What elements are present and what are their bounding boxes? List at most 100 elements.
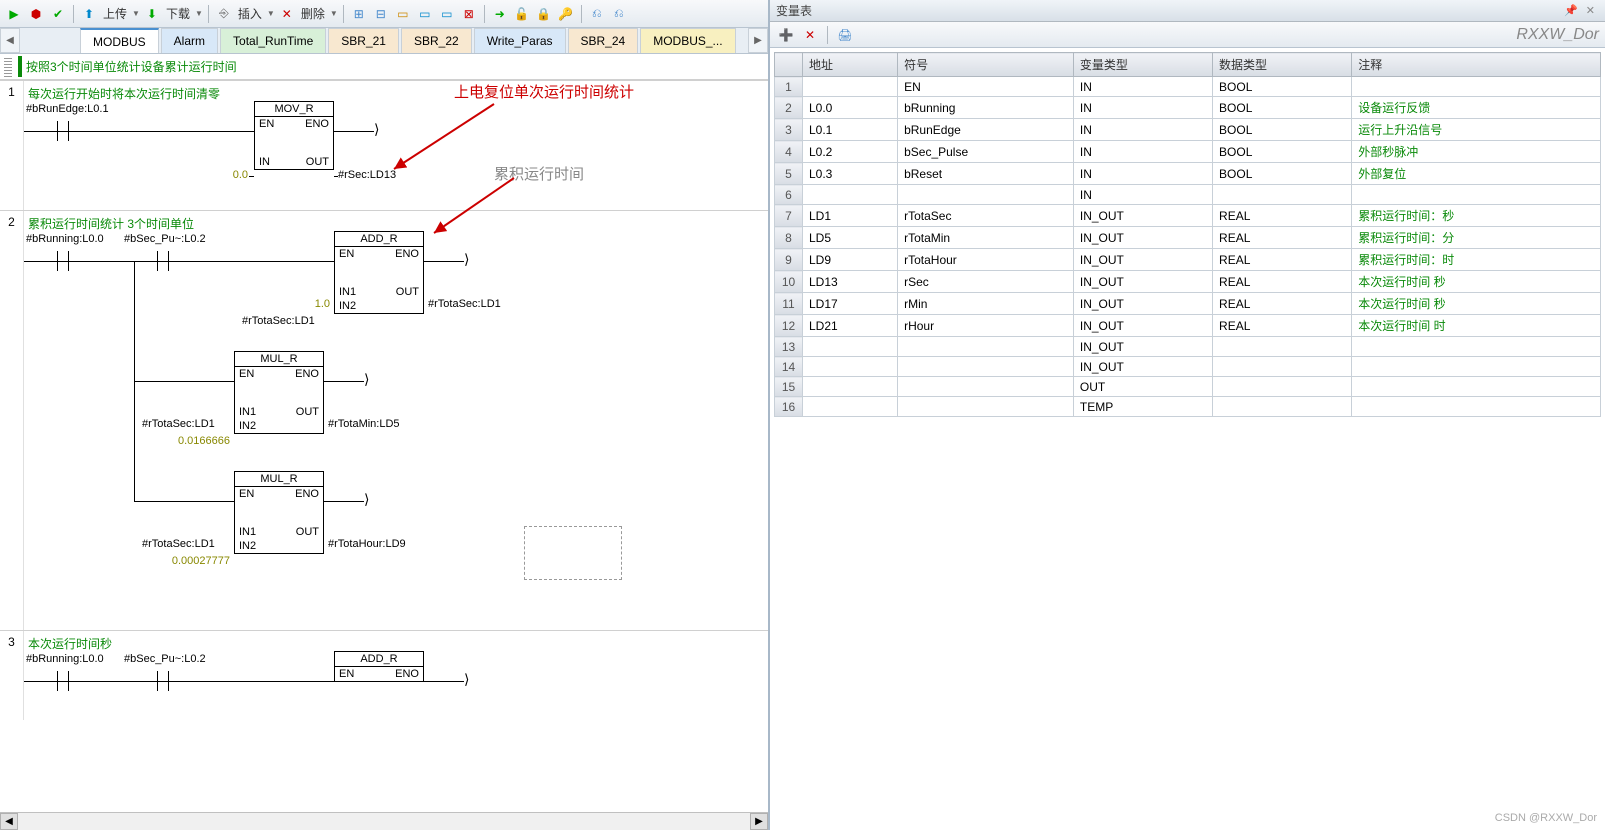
col-symbol[interactable]: 符号 bbox=[898, 53, 1074, 77]
cell-datatype[interactable]: BOOL bbox=[1213, 97, 1352, 119]
cell-address[interactable] bbox=[803, 185, 898, 205]
contact-icon[interactable] bbox=[154, 251, 172, 271]
cell-vartype[interactable]: IN bbox=[1073, 163, 1212, 185]
table-row[interactable]: 3 L0.1 bRunEdge IN BOOL 运行上升沿信号 bbox=[775, 119, 1601, 141]
cell-symbol[interactable]: rSec bbox=[898, 271, 1074, 293]
tab-prev-button[interactable]: ◀ bbox=[0, 28, 20, 53]
variable-table[interactable]: 地址 符号 变量类型 数据类型 注释 1 EN IN BOOL 2 L0.0 b… bbox=[774, 52, 1601, 417]
cell-address[interactable]: L0.0 bbox=[803, 97, 898, 119]
cell-address[interactable]: LD5 bbox=[803, 227, 898, 249]
cell-symbol[interactable] bbox=[898, 357, 1074, 377]
cell-vartype[interactable]: IN_OUT bbox=[1073, 249, 1212, 271]
folder-icon[interactable]: ▭ bbox=[393, 4, 413, 24]
tab-sbr21[interactable]: SBR_21 bbox=[328, 28, 399, 53]
cell-vartype[interactable]: TEMP bbox=[1073, 397, 1212, 417]
table-row[interactable]: 10 LD13 rSec IN_OUT REAL 本次运行时间 秒 bbox=[775, 271, 1601, 293]
tab-write-paras[interactable]: Write_Paras bbox=[474, 28, 566, 53]
table-row[interactable]: 11 LD17 rMin IN_OUT REAL 本次运行时间 秒 bbox=[775, 293, 1601, 315]
cell-datatype[interactable]: REAL bbox=[1213, 315, 1352, 337]
tab-sbr22[interactable]: SBR_22 bbox=[401, 28, 472, 53]
cell-datatype[interactable]: REAL bbox=[1213, 205, 1352, 227]
pin-icon[interactable]: 📌 bbox=[1564, 4, 1578, 17]
lock-icon[interactable]: 🔒 bbox=[534, 4, 554, 24]
table-row[interactable]: 15 OUT bbox=[775, 377, 1601, 397]
cell-comment[interactable]: 设备运行反馈 bbox=[1352, 97, 1601, 119]
function-block[interactable]: ADD_R ENENO bbox=[334, 651, 424, 682]
dropdown-icon[interactable]: ▼ bbox=[132, 9, 140, 18]
cell-address[interactable] bbox=[803, 377, 898, 397]
upload-label[interactable]: 上传 bbox=[103, 5, 127, 22]
contact-icon[interactable] bbox=[54, 121, 72, 141]
cell-address[interactable]: LD17 bbox=[803, 293, 898, 315]
folder-x-icon[interactable]: ⊠ bbox=[459, 4, 479, 24]
table-row[interactable]: 5 L0.3 bReset IN BOOL 外部复位 bbox=[775, 163, 1601, 185]
cell-address[interactable]: L0.1 bbox=[803, 119, 898, 141]
key-icon[interactable]: 🔑 bbox=[556, 4, 576, 24]
cell-comment[interactable]: 运行上升沿信号 bbox=[1352, 119, 1601, 141]
cell-comment[interactable]: 累积运行时间：秒 bbox=[1352, 205, 1601, 227]
cell-comment[interactable]: 外部秒脉冲 bbox=[1352, 141, 1601, 163]
cell-datatype[interactable]: BOOL bbox=[1213, 141, 1352, 163]
download-label[interactable]: 下载 bbox=[166, 5, 190, 22]
dropdown-icon[interactable]: ▼ bbox=[330, 9, 338, 18]
ladder-editor[interactable]: 按照3个时间单位统计设备累计运行时间 1 每次运行开始时将本次运行时间清零 #b… bbox=[0, 54, 768, 812]
scroll-right-button[interactable]: ▶ bbox=[750, 813, 768, 830]
cell-vartype[interactable]: IN_OUT bbox=[1073, 205, 1212, 227]
col-address[interactable]: 地址 bbox=[803, 53, 898, 77]
cell-vartype[interactable]: OUT bbox=[1073, 377, 1212, 397]
cell-datatype[interactable]: BOOL bbox=[1213, 119, 1352, 141]
stop-icon[interactable]: ⬢ bbox=[26, 4, 46, 24]
folder-icon[interactable]: ▭ bbox=[415, 4, 435, 24]
cell-symbol[interactable] bbox=[898, 185, 1074, 205]
cell-symbol[interactable]: rTotaSec bbox=[898, 205, 1074, 227]
cell-symbol[interactable]: bSec_Pulse bbox=[898, 141, 1074, 163]
table-row[interactable]: 2 L0.0 bRunning IN BOOL 设备运行反馈 bbox=[775, 97, 1601, 119]
function-block[interactable]: MOV_R ENENO INOUT bbox=[254, 101, 334, 170]
tool-icon[interactable]: ⊞ bbox=[349, 4, 369, 24]
cell-symbol[interactable]: rMin bbox=[898, 293, 1074, 315]
run-icon[interactable]: ▶ bbox=[4, 4, 24, 24]
branch-icon[interactable]: ⎌ bbox=[609, 4, 629, 24]
cell-symbol[interactable]: bRunEdge bbox=[898, 119, 1074, 141]
cell-comment[interactable] bbox=[1352, 357, 1601, 377]
table-row[interactable]: 13 IN_OUT bbox=[775, 337, 1601, 357]
tab-total-runtime[interactable]: Total_RunTime bbox=[220, 28, 326, 53]
table-row[interactable]: 14 IN_OUT bbox=[775, 357, 1601, 377]
contact-icon[interactable] bbox=[54, 251, 72, 271]
cell-address[interactable]: L0.3 bbox=[803, 163, 898, 185]
cell-comment[interactable]: 本次运行时间 时 bbox=[1352, 315, 1601, 337]
download-icon[interactable]: ⬇ bbox=[142, 4, 162, 24]
cell-vartype[interactable]: IN bbox=[1073, 185, 1212, 205]
cell-datatype[interactable] bbox=[1213, 397, 1352, 417]
delete-icon[interactable]: ✕ bbox=[277, 4, 297, 24]
cell-vartype[interactable]: IN bbox=[1073, 97, 1212, 119]
cell-datatype[interactable]: REAL bbox=[1213, 271, 1352, 293]
cell-vartype[interactable]: IN_OUT bbox=[1073, 315, 1212, 337]
cell-vartype[interactable]: IN_OUT bbox=[1073, 271, 1212, 293]
cell-vartype[interactable]: IN bbox=[1073, 77, 1212, 97]
function-block[interactable]: MUL_R ENENO IN1OUT IN2 bbox=[234, 471, 324, 554]
cell-datatype[interactable] bbox=[1213, 377, 1352, 397]
tab-modbus[interactable]: MODBUS bbox=[80, 28, 159, 53]
cell-symbol[interactable]: rTotaMin bbox=[898, 227, 1074, 249]
contact-icon[interactable] bbox=[154, 671, 172, 691]
branch-icon[interactable]: ⎌ bbox=[587, 4, 607, 24]
cell-symbol[interactable]: bReset bbox=[898, 163, 1074, 185]
cell-address[interactable] bbox=[803, 337, 898, 357]
scroll-left-button[interactable]: ◀ bbox=[0, 813, 18, 830]
cell-symbol[interactable]: EN bbox=[898, 77, 1074, 97]
cell-comment[interactable]: 本次运行时间 秒 bbox=[1352, 293, 1601, 315]
insert-icon[interactable]: ⎆ bbox=[214, 4, 234, 24]
cell-vartype[interactable]: IN_OUT bbox=[1073, 227, 1212, 249]
cell-symbol[interactable]: rHour bbox=[898, 315, 1074, 337]
tab-next-button[interactable]: ▶ bbox=[748, 28, 768, 53]
cell-comment[interactable]: 外部复位 bbox=[1352, 163, 1601, 185]
table-row[interactable]: 7 LD1 rTotaSec IN_OUT REAL 累积运行时间：秒 bbox=[775, 205, 1601, 227]
insert-label[interactable]: 插入 bbox=[238, 5, 262, 22]
delete-row-icon[interactable]: ✕ bbox=[800, 25, 820, 45]
cell-vartype[interactable]: IN_OUT bbox=[1073, 293, 1212, 315]
table-row[interactable]: 1 EN IN BOOL bbox=[775, 77, 1601, 97]
cell-datatype[interactable]: BOOL bbox=[1213, 163, 1352, 185]
cell-datatype[interactable]: REAL bbox=[1213, 227, 1352, 249]
cell-comment[interactable] bbox=[1352, 377, 1601, 397]
